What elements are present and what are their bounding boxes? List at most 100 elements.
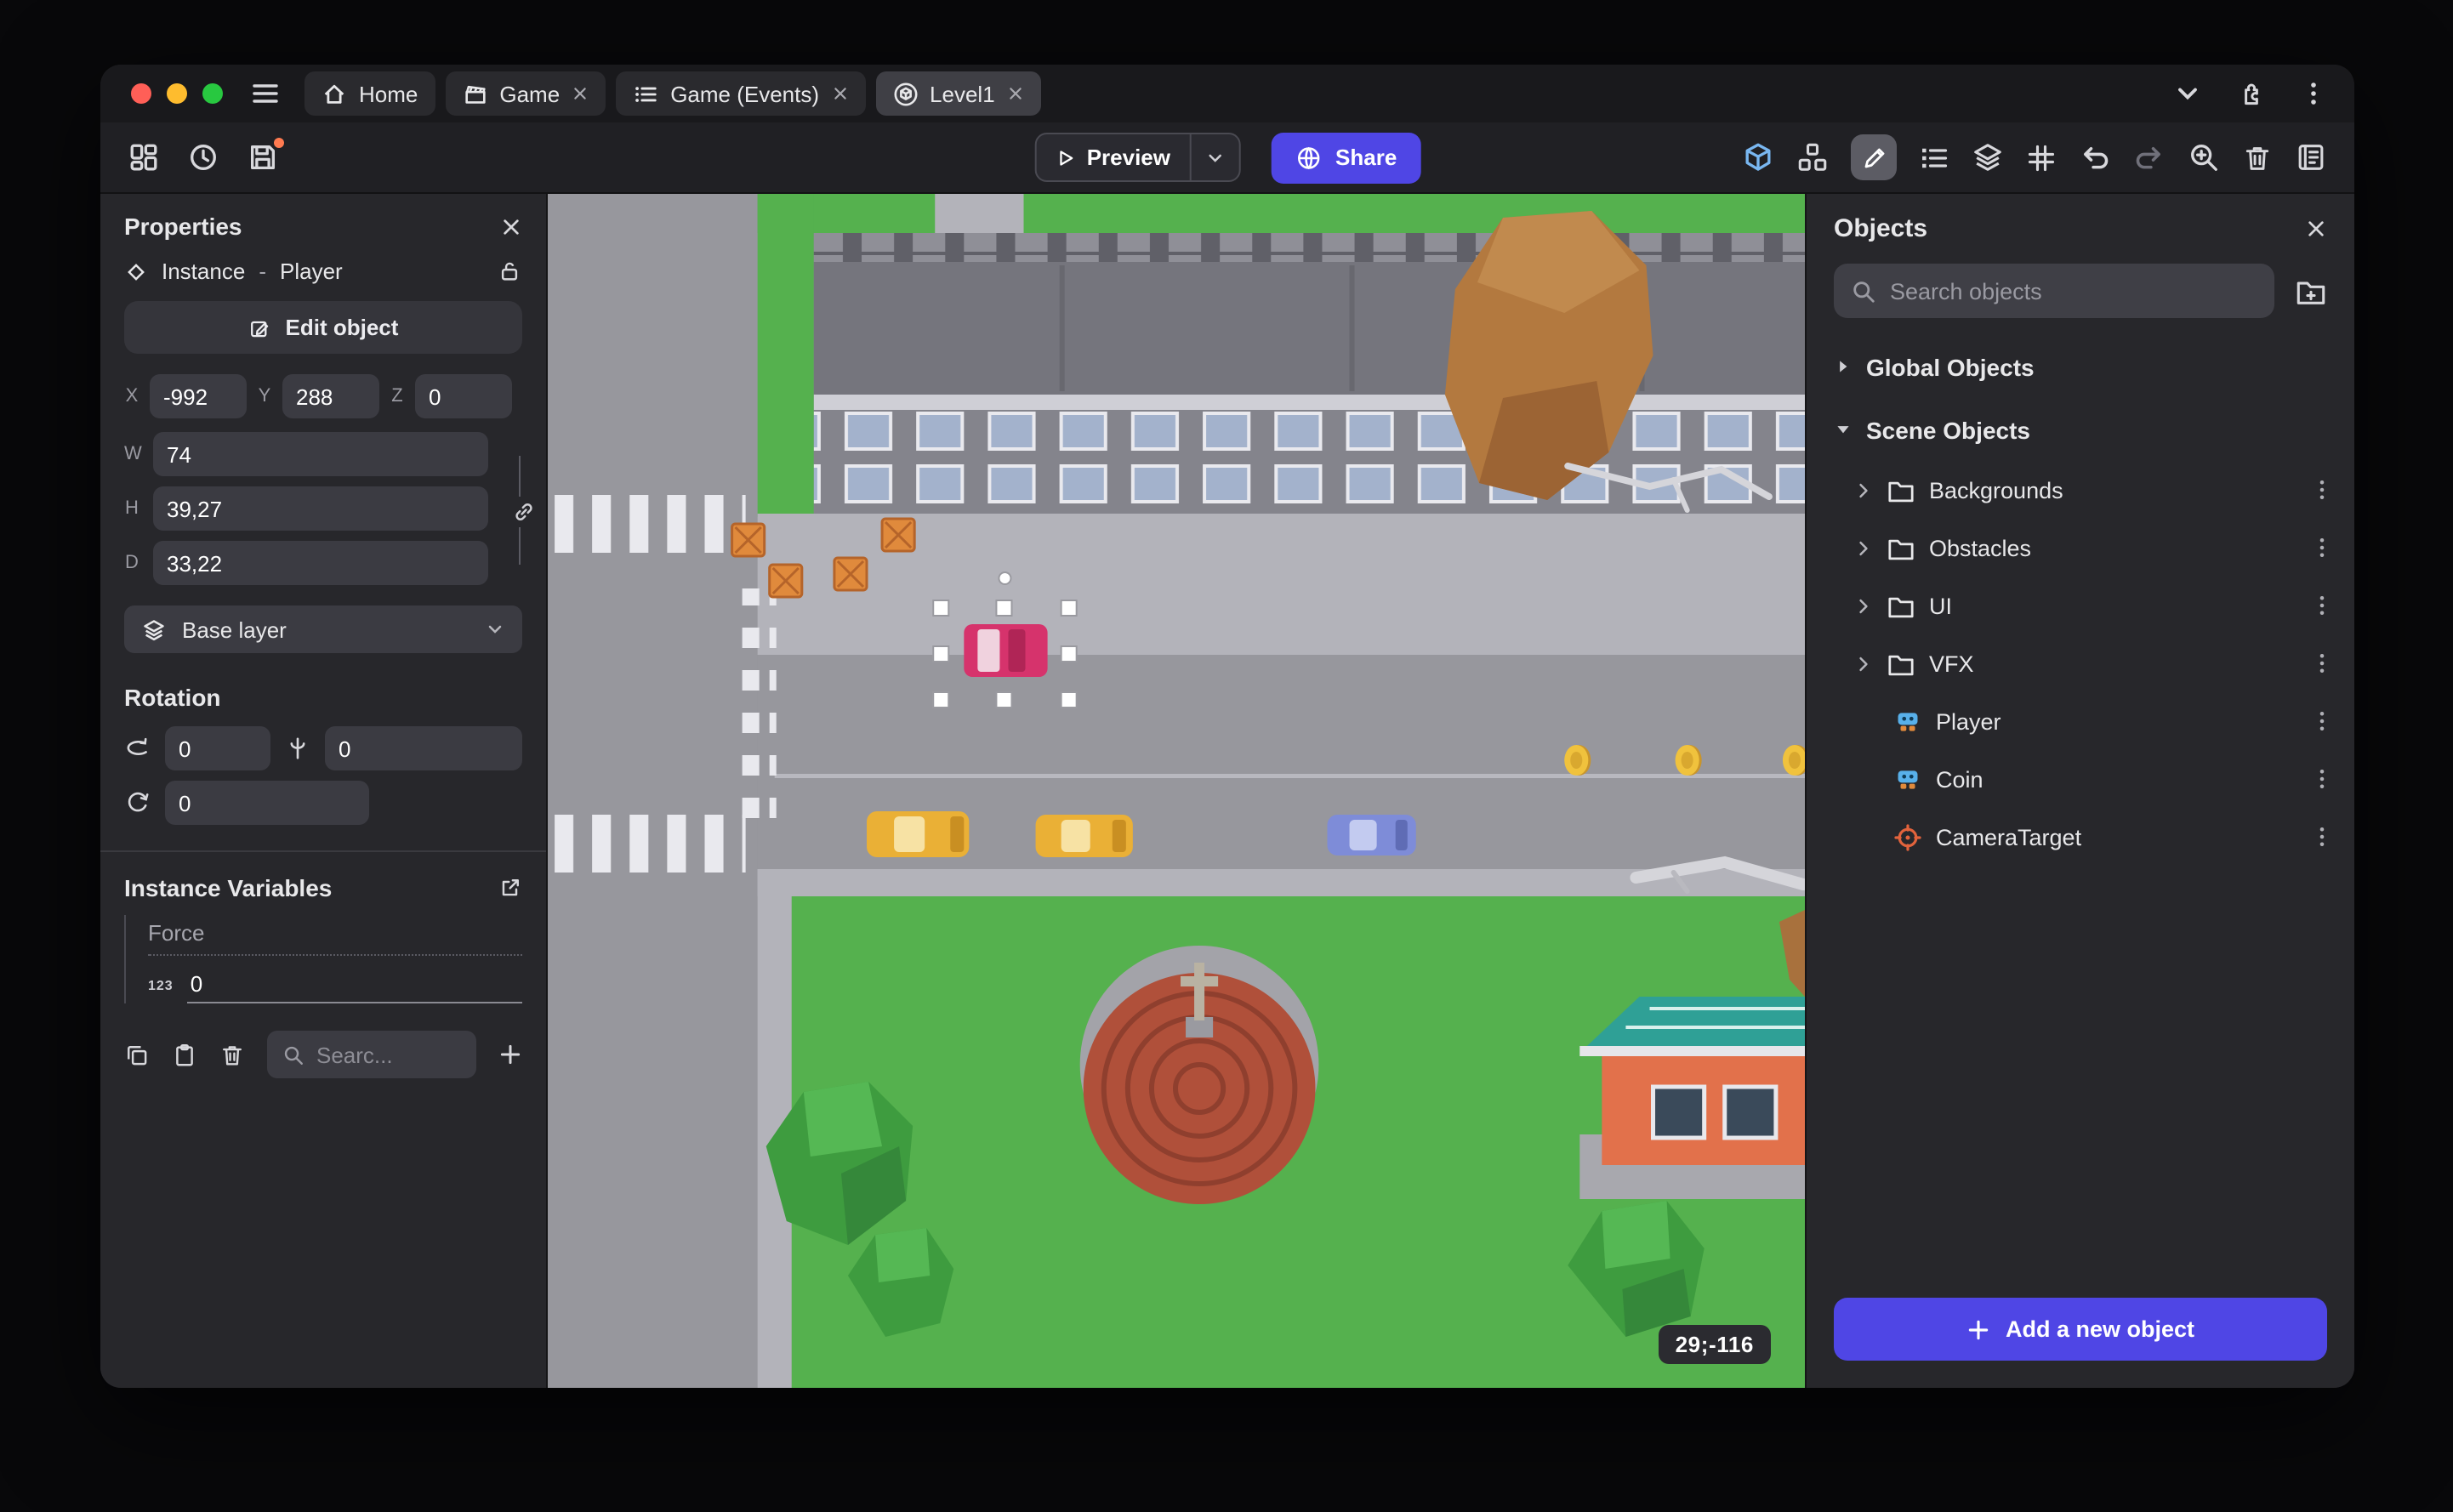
x-position-input[interactable]	[150, 374, 247, 418]
add-new-object-button[interactable]: Add a new object	[1834, 1298, 2327, 1361]
close-tab-icon[interactable]	[831, 85, 848, 102]
scene-objects-group[interactable]: Scene Objects	[1807, 398, 2354, 461]
kebab-menu-icon[interactable]	[2310, 709, 2334, 733]
variables-search-input[interactable]	[316, 1042, 461, 1067]
kebab-menu-icon[interactable]	[2310, 594, 2334, 617]
add-folder-icon[interactable]	[2295, 275, 2327, 307]
titlebar: Home Game Game (Events) Level1	[100, 65, 2354, 122]
save-icon[interactable]	[247, 138, 284, 173]
search-icon	[282, 1043, 304, 1066]
close-tab-icon[interactable]	[1007, 85, 1024, 102]
more-menu-icon[interactable]	[2300, 80, 2327, 107]
rotate-y-icon	[284, 735, 311, 762]
z-position-input[interactable]	[415, 374, 512, 418]
view-3d-cube-icon[interactable]	[1742, 141, 1774, 173]
chevron-right-icon	[1854, 480, 1873, 499]
preview-options-caret[interactable]	[1189, 134, 1238, 180]
titlebar-actions	[2172, 78, 2327, 109]
kebab-menu-icon[interactable]	[2310, 825, 2334, 849]
folder-row-ui[interactable]: UI	[1807, 577, 2354, 634]
variable-name[interactable]: Force	[148, 915, 522, 956]
yellow-car[interactable]	[867, 811, 970, 857]
close-objects-icon[interactable]	[2305, 218, 2327, 240]
zoom-in-icon[interactable]	[2188, 141, 2220, 173]
toolbar-left	[128, 138, 284, 173]
tab-game-events[interactable]: Game (Events)	[616, 71, 866, 116]
width-input[interactable]	[153, 432, 488, 476]
folder-row-backgrounds[interactable]: Backgrounds	[1807, 461, 2354, 519]
global-objects-group[interactable]: Global Objects	[1807, 335, 2354, 398]
kebab-menu-icon[interactable]	[2310, 478, 2334, 502]
object-row-coin[interactable]: Coin	[1807, 750, 2354, 808]
delete-variable-icon[interactable]	[219, 1042, 245, 1067]
blue-car[interactable]	[1327, 815, 1416, 855]
copy-icon[interactable]	[124, 1042, 150, 1067]
depth-input[interactable]	[153, 541, 488, 585]
tab-label: Game (Events)	[670, 81, 820, 106]
tab-home[interactable]: Home	[304, 71, 435, 116]
scene-notes-icon[interactable]	[2295, 141, 2327, 173]
lock-icon[interactable]	[497, 259, 522, 284]
link-proportions-icon[interactable]	[512, 497, 536, 527]
height-input[interactable]	[153, 486, 488, 531]
traffic-lights	[131, 83, 223, 104]
instances-list-icon[interactable]	[1919, 142, 1949, 173]
kebab-menu-icon[interactable]	[2310, 536, 2334, 560]
undo-icon[interactable]	[2079, 141, 2111, 173]
edit-object-label: Edit object	[285, 315, 399, 340]
scene-render	[548, 194, 1805, 1388]
object-row-cameratarget[interactable]: CameraTarget	[1807, 808, 2354, 866]
rotation-y-input[interactable]	[325, 726, 522, 770]
hamburger-menu-icon[interactable]	[250, 78, 281, 109]
yellow-car[interactable]	[1035, 815, 1133, 857]
folder-label: Backgrounds	[1929, 477, 2063, 503]
objects-group-icon[interactable]	[1796, 141, 1829, 173]
layers-icon[interactable]	[1972, 141, 2004, 173]
building-block[interactable]	[813, 233, 1805, 514]
chevron-down-icon[interactable]	[2172, 78, 2203, 109]
share-button[interactable]: Share	[1271, 132, 1421, 183]
open-variables-external-icon[interactable]	[498, 876, 522, 900]
folder-label: Obstacles	[1929, 535, 2032, 560]
layer-select[interactable]: Base layer	[124, 605, 522, 653]
redo-icon[interactable]	[2133, 141, 2166, 173]
close-properties-icon[interactable]	[500, 215, 522, 237]
variables-search-box	[267, 1031, 476, 1078]
close-tab-icon[interactable]	[572, 85, 589, 102]
tab-bar: Home Game Game (Events) Level1	[304, 71, 1041, 116]
history-clock-icon[interactable]	[187, 141, 219, 173]
objects-search-input[interactable]	[1890, 278, 2257, 304]
tower-building[interactable]	[1079, 946, 1319, 1204]
kebab-menu-icon[interactable]	[2310, 767, 2334, 791]
editor-toolbar: Preview Share	[100, 122, 2354, 194]
paste-clipboard-icon[interactable]	[172, 1042, 197, 1067]
crosswalk	[555, 495, 746, 553]
grid-icon[interactable]	[2026, 142, 2057, 173]
layout-panels-icon[interactable]	[128, 141, 160, 173]
scene-cube-icon	[892, 81, 918, 106]
close-window-button[interactable]	[131, 83, 151, 104]
delete-trash-icon[interactable]	[2242, 142, 2273, 173]
y-position-input[interactable]	[282, 374, 379, 418]
extensions-puzzle-icon[interactable]	[2237, 79, 2266, 108]
teal-roof-building[interactable]	[1579, 997, 1805, 1199]
tab-game[interactable]: Game	[445, 71, 606, 116]
preview-button[interactable]: Preview	[1033, 133, 1241, 182]
add-variable-icon[interactable]	[498, 1043, 522, 1066]
edit-mode-pencil-icon[interactable]	[1851, 134, 1897, 180]
kebab-menu-icon[interactable]	[2310, 651, 2334, 675]
rotation-z-input[interactable]	[165, 781, 369, 825]
variable-value-input[interactable]	[186, 966, 522, 1003]
toolbar-right	[1742, 134, 2327, 180]
folder-row-vfx[interactable]: VFX	[1807, 634, 2354, 692]
minimize-window-button[interactable]	[167, 83, 187, 104]
tab-level1[interactable]: Level1	[875, 71, 1041, 116]
scene-editor-canvas[interactable]: 29;-116	[548, 194, 1805, 1388]
rotation-x-input[interactable]	[165, 726, 270, 770]
folder-row-obstacles[interactable]: Obstacles	[1807, 519, 2354, 577]
maximize-window-button[interactable]	[202, 83, 223, 104]
objects-search-box	[1834, 264, 2274, 318]
z-axis-label: Z	[391, 386, 403, 406]
object-row-player[interactable]: Player	[1807, 692, 2354, 750]
edit-object-button[interactable]: Edit object	[124, 301, 522, 354]
